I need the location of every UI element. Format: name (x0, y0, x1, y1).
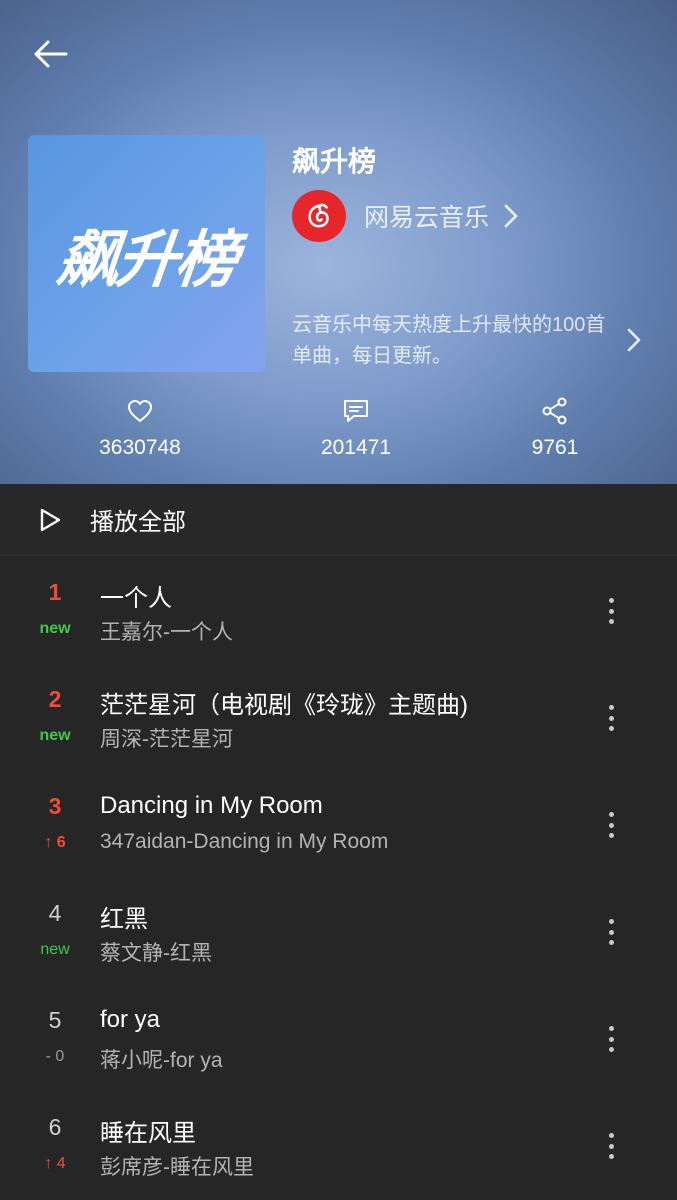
creator-name: 网易云音乐 (364, 204, 490, 232)
song-title: 睡在风里 (100, 1120, 196, 1147)
song-rank: 1 (48, 579, 62, 605)
rank-change: ↑ 6 (44, 834, 66, 851)
song-row[interactable]: 2 new 茫茫星河（电视剧《玲珑》主题曲) 周深-茫茫星河 (0, 664, 677, 771)
comment-count: 201471 (320, 436, 392, 459)
song-artist-album: 周深-茫茫星河 (100, 728, 233, 751)
song-title: 红黑 (100, 906, 148, 933)
playlist-title: 飙升榜 (292, 146, 377, 177)
comment-icon (344, 400, 368, 422)
playlist-header: 飙升榜 飙升榜 网易云音乐 云音乐中每天热度上升最快的100首单曲，每日更新。 … (0, 0, 677, 484)
playlist-cover[interactable]: 飙升榜 (28, 135, 265, 372)
heart-icon (128, 400, 152, 422)
song-row[interactable]: 6 ↑ 4 睡在风里 彭席彦-睡在风里 (0, 1092, 677, 1199)
song-artist-album: 347aidan-Dancing in My Room (100, 830, 389, 853)
song-title: for ya (100, 1006, 161, 1033)
creator-link[interactable]: 网易云音乐 (292, 190, 519, 242)
rank-change: - 0 (45, 1048, 65, 1065)
song-rank: 4 (48, 900, 62, 926)
song-list: 1 new 一个人 王嘉尔-一个人 2 new 茫茫星河（电视剧《玲珑》主题曲)… (0, 557, 677, 1199)
rank-change: new (39, 727, 71, 744)
song-row[interactable]: 4 new 红黑 蔡文静-红黑 (0, 878, 677, 985)
chevron-right-icon[interactable] (626, 327, 642, 353)
song-title: Dancing in My Room (100, 792, 323, 819)
play-all-label: 播放全部 (90, 509, 186, 536)
song-rank: 3 (48, 793, 62, 819)
song-row[interactable]: 5 - 0 for ya 蒋小呢-for ya (0, 985, 677, 1092)
back-arrow-icon[interactable] (30, 36, 70, 72)
more-options-icon[interactable] (600, 1130, 622, 1162)
comment-button[interactable]: 201471 (276, 396, 436, 460)
like-button[interactable]: 3630748 (60, 396, 220, 460)
more-options-icon[interactable] (600, 1023, 622, 1055)
song-artist-album: 王嘉尔-一个人 (100, 621, 233, 644)
song-artist-album: 彭席彦-睡在风里 (100, 1156, 254, 1179)
playlist-description[interactable]: 云音乐中每天热度上升最快的100首单曲，每日更新。 (292, 310, 617, 372)
song-rank: 6 (48, 1114, 62, 1140)
more-options-icon[interactable] (600, 809, 622, 841)
share-icon (542, 397, 567, 425)
more-options-icon[interactable] (600, 916, 622, 948)
rank-change: new (40, 941, 70, 958)
play-icon (40, 508, 61, 531)
chevron-right-icon (504, 204, 518, 228)
share-count: 9761 (531, 436, 579, 459)
song-row[interactable]: 1 new 一个人 王嘉尔-一个人 (0, 557, 677, 664)
like-count: 3630748 (99, 436, 181, 459)
song-artist-album: 蒋小呢-for ya (100, 1049, 223, 1072)
song-title: 茫茫星河（电视剧《玲珑》主题曲) (100, 692, 468, 719)
more-options-icon[interactable] (600, 702, 622, 734)
song-rank: 5 (48, 1007, 62, 1033)
play-all-button[interactable]: 播放全部 (0, 484, 677, 556)
song-rank: 2 (48, 686, 62, 712)
more-options-icon[interactable] (600, 595, 622, 627)
share-button[interactable]: 9761 (475, 396, 635, 460)
rank-change: new (39, 620, 71, 637)
cover-title-text: 飙升榜 (53, 222, 239, 296)
song-artist-album: 蔡文静-红黑 (100, 942, 212, 965)
rank-change: ↑ 4 (44, 1155, 66, 1172)
netease-music-logo-icon (292, 190, 346, 242)
song-row[interactable]: 3 ↑ 6 Dancing in My Room 347aidan-Dancin… (0, 771, 677, 878)
song-title: 一个人 (100, 585, 172, 612)
